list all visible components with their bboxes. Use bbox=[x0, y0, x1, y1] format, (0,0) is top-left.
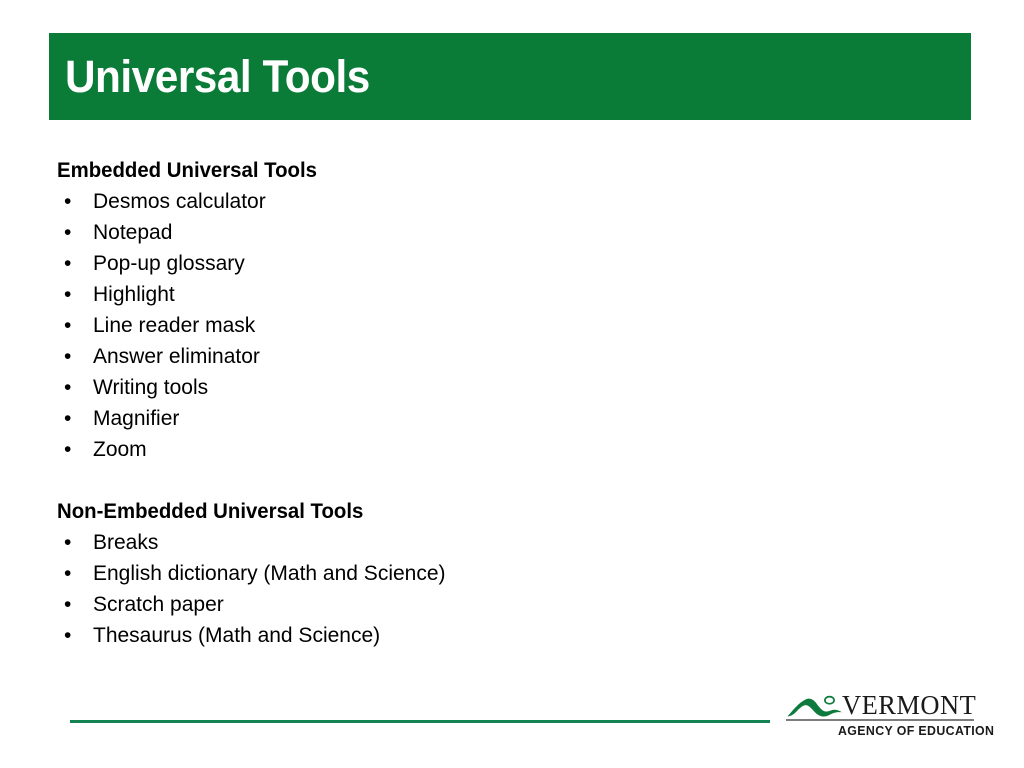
list-item-label: Magnifier bbox=[93, 407, 180, 430]
bullet-icon: • bbox=[64, 252, 72, 275]
section-heading: Non-Embedded Universal Tools bbox=[57, 500, 364, 523]
list-item-label: Desmos calculator bbox=[93, 190, 266, 213]
bullet-list: • Breaks • English dictionary (Math and … bbox=[57, 527, 957, 651]
slide-body: Embedded Universal Tools • Desmos calcul… bbox=[57, 155, 957, 651]
list-item: • Breaks bbox=[57, 527, 957, 558]
bullet-icon: • bbox=[64, 314, 72, 337]
bullet-icon: • bbox=[64, 407, 72, 430]
list-item: • Zoom bbox=[57, 434, 957, 465]
list-item-label: Zoom bbox=[93, 438, 147, 461]
bullet-icon: • bbox=[64, 438, 72, 461]
vermont-aoe-logo: VERMONT AGENCY OF EDUCATION bbox=[786, 690, 994, 742]
list-item: • Answer eliminator bbox=[57, 341, 957, 372]
list-item-label: Notepad bbox=[93, 221, 173, 244]
logo-subtitle: AGENCY OF EDUCATION bbox=[838, 723, 995, 738]
bullet-list: • Desmos calculator • Notepad • Pop-up g… bbox=[57, 186, 957, 465]
list-item-label: Writing tools bbox=[93, 376, 209, 399]
logo-divider bbox=[786, 719, 974, 721]
bullet-icon: • bbox=[64, 221, 72, 244]
list-item: • Magnifier bbox=[57, 403, 957, 434]
list-item-label: Line reader mask bbox=[93, 314, 256, 337]
bullet-icon: • bbox=[64, 531, 72, 554]
list-item: • Writing tools bbox=[57, 372, 957, 403]
bullet-icon: • bbox=[64, 376, 72, 399]
list-item: • Scratch paper bbox=[57, 589, 957, 620]
list-item-label: Breaks bbox=[93, 531, 159, 554]
list-item-label: Thesaurus (Math and Science) bbox=[93, 624, 381, 647]
vermont-mountain-icon bbox=[786, 695, 848, 719]
bullet-icon: • bbox=[64, 283, 72, 306]
list-item-label: Answer eliminator bbox=[93, 345, 260, 368]
bullet-icon: • bbox=[64, 345, 72, 368]
section-heading: Embedded Universal Tools bbox=[57, 159, 317, 182]
list-item: • Line reader mask bbox=[57, 310, 957, 341]
list-item: • Notepad bbox=[57, 217, 957, 248]
bullet-icon: • bbox=[64, 562, 72, 585]
list-item: • Desmos calculator bbox=[57, 186, 957, 217]
page-title: Universal Tools bbox=[64, 51, 370, 102]
list-item: • Highlight bbox=[57, 279, 957, 310]
footer-divider bbox=[70, 720, 770, 723]
slide: Universal Tools Embedded Universal Tools… bbox=[0, 0, 1024, 768]
logo-top-row: VERMONT bbox=[786, 690, 977, 720]
list-item-label: English dictionary (Math and Science) bbox=[93, 562, 446, 585]
slide-title-banner: Universal Tools bbox=[49, 33, 971, 120]
bullet-icon: • bbox=[64, 624, 72, 647]
list-item: • Thesaurus (Math and Science) bbox=[57, 620, 957, 651]
list-item-label: Scratch paper bbox=[93, 593, 224, 616]
bullet-icon: • bbox=[64, 593, 72, 616]
section-non-embedded-universal-tools: Non-Embedded Universal Tools • Breaks • … bbox=[57, 496, 957, 651]
section-embedded-universal-tools: Embedded Universal Tools • Desmos calcul… bbox=[57, 155, 957, 465]
bullet-icon: • bbox=[64, 190, 72, 213]
logo-wordmark: VERMONT bbox=[842, 690, 977, 720]
list-item-label: Pop-up glossary bbox=[93, 252, 245, 275]
list-item: • Pop-up glossary bbox=[57, 248, 957, 279]
list-item: • English dictionary (Math and Science) bbox=[57, 558, 957, 589]
list-item-label: Highlight bbox=[93, 283, 175, 306]
